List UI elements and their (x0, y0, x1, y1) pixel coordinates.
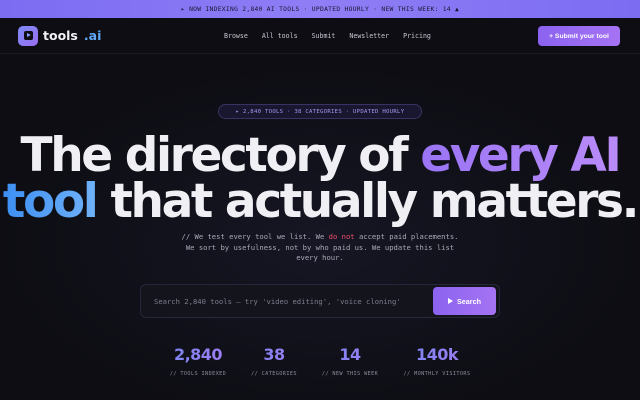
stat-label: // TOOLS INDEXED (169, 371, 227, 377)
search-button[interactable]: Search (433, 287, 496, 315)
top-nav: tools .ai Browse All tools Submit Newsle… (0, 18, 640, 54)
stat-tools-indexed: 2,840 // TOOLS INDEXED (168, 344, 228, 377)
headline-line-2: tool that actually matters. (0, 177, 640, 227)
stat-new-this-week: 14 // NEW THIS WEEK (318, 344, 382, 377)
stats-pill: ▸ 2,840 TOOLS · 38 CATEGORIES · UPDATED … (218, 104, 422, 119)
stat-value: 140k (400, 344, 474, 366)
announcement-ticker: ▸ NOW INDEXING 2,840 AI TOOLS · UPDATED … (0, 0, 640, 18)
nav-link-pricing[interactable]: Pricing (403, 32, 431, 40)
stat-label: // CATEGORIES (251, 371, 297, 377)
search-input[interactable]: Search 2,840 tools — try 'video editing'… (154, 285, 434, 317)
hero-subtitle: // We test every tool we list. We do not… (180, 232, 460, 264)
stat-label: // NEW THIS WEEK (321, 371, 379, 377)
ticker-text: ▸ NOW INDEXING 2,840 AI TOOLS · UPDATED … (180, 5, 460, 13)
play-icon (448, 298, 453, 304)
stat-value: 2,840 (168, 344, 228, 366)
stat-monthly-visitors: 140k // MONTHLY VISITORS (400, 344, 474, 377)
headline-line-2-accent: tool (2, 174, 99, 229)
logo-suffix: .ai (83, 28, 102, 43)
nav-links: Browse All tools Submit Newsletter Prici… (224, 18, 445, 54)
submit-tool-button[interactable]: + Submit your tool (538, 26, 620, 46)
stat-value: 38 (249, 344, 299, 366)
logo-name: tools (43, 28, 78, 43)
stat-categories: 38 // CATEGORIES (249, 344, 299, 377)
logo-icon (18, 25, 38, 46)
nav-link-browse[interactable]: Browse (224, 32, 248, 40)
nav-link-newsletter[interactable]: Newsletter (349, 32, 389, 40)
subtitle-part-1: // We test every tool we list. We (181, 232, 329, 241)
logo[interactable]: tools .ai (18, 25, 102, 46)
subtitle-emphasis: do not (328, 232, 355, 241)
search-button-label: Search (457, 296, 481, 306)
stat-label: // MONTHLY VISITORS (403, 371, 471, 377)
search-bar: Search 2,840 tools — try 'video editing'… (140, 284, 500, 318)
headline-line-2-plain: that actually matters. (96, 174, 639, 229)
stat-value: 14 (318, 344, 382, 366)
nav-link-submit[interactable]: Submit (312, 32, 336, 40)
nav-link-all-tools[interactable]: All tools (262, 32, 298, 40)
